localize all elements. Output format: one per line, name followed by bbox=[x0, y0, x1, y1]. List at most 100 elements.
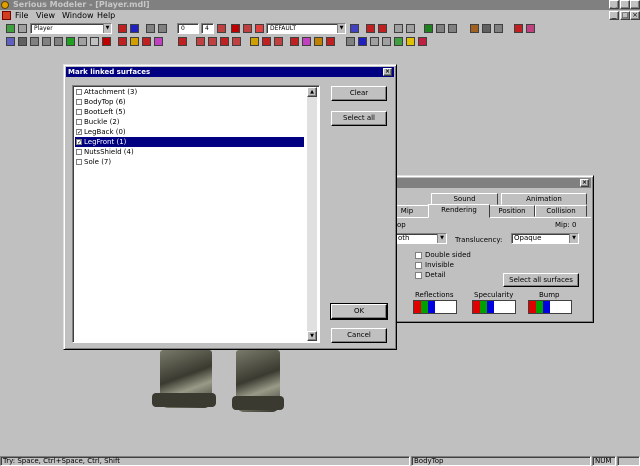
render-icon-3[interactable] bbox=[90, 37, 99, 46]
anim-icon-2[interactable] bbox=[130, 24, 139, 33]
next-frame-icon[interactable] bbox=[243, 24, 252, 33]
tool-icon-d[interactable] bbox=[494, 24, 503, 33]
doc-close-button[interactable]: × bbox=[630, 11, 640, 20]
mapping-icon-11[interactable] bbox=[326, 37, 335, 46]
render-icon-7[interactable] bbox=[142, 37, 151, 46]
view-icon-3[interactable] bbox=[30, 37, 39, 46]
texture-icon[interactable] bbox=[470, 24, 479, 33]
mapping-icon-9[interactable] bbox=[302, 37, 311, 46]
anim-icon-1[interactable] bbox=[118, 24, 127, 33]
close-app-button[interactable]: × bbox=[630, 0, 640, 9]
misc-icon-4[interactable] bbox=[382, 37, 391, 46]
rewind-icon[interactable] bbox=[366, 24, 375, 33]
view-icon-5[interactable] bbox=[54, 37, 63, 46]
view-icon-4[interactable] bbox=[42, 37, 51, 46]
surface-list-item[interactable]: Attachment (3) bbox=[75, 87, 304, 97]
doc-minimize-button[interactable]: _ bbox=[609, 11, 619, 20]
surface-list-item[interactable]: NutsShield (4) bbox=[75, 147, 304, 157]
menu-window[interactable]: Window bbox=[62, 10, 94, 21]
view-icon-2[interactable] bbox=[18, 37, 27, 46]
render-icon-4[interactable] bbox=[102, 37, 111, 46]
tool-icon-c[interactable] bbox=[482, 24, 491, 33]
mapping-icon-3[interactable] bbox=[220, 37, 229, 46]
bump-color-swatch[interactable] bbox=[528, 300, 572, 314]
invisible-checkbox[interactable] bbox=[415, 262, 422, 269]
forward-icon[interactable] bbox=[378, 24, 387, 33]
first-frame-icon[interactable] bbox=[217, 24, 226, 33]
double-sided-checkbox[interactable] bbox=[415, 252, 422, 259]
tab-animation[interactable]: Animation bbox=[501, 193, 587, 205]
surface-checkbox[interactable] bbox=[76, 109, 82, 115]
mapping-icon-2[interactable] bbox=[208, 37, 217, 46]
shading-dropdown[interactable]: oth ▼ bbox=[395, 233, 447, 244]
scroll-up-button[interactable]: ▲ bbox=[307, 87, 317, 97]
maximize-button[interactable]: □ bbox=[620, 0, 630, 9]
cancel-button[interactable]: Cancel bbox=[331, 328, 387, 343]
dialog-close-button[interactable]: × bbox=[383, 68, 392, 76]
view-icon-1[interactable] bbox=[6, 37, 15, 46]
misc-icon-1[interactable] bbox=[346, 37, 355, 46]
light-icon[interactable] bbox=[424, 24, 433, 33]
select-all-surfaces-button[interactable]: Select all surfaces bbox=[503, 273, 579, 287]
mapping-icon-4[interactable] bbox=[232, 37, 241, 46]
anim-icon-4[interactable] bbox=[158, 24, 167, 33]
anim-icon-3[interactable] bbox=[146, 24, 155, 33]
surface-list-item[interactable]: Buckle (2) bbox=[75, 117, 304, 127]
mapping-icon-6[interactable] bbox=[262, 37, 271, 46]
doc-restore-button[interactable]: □ bbox=[620, 11, 630, 20]
menu-file[interactable]: File bbox=[15, 10, 28, 21]
mapping-icon-8[interactable] bbox=[290, 37, 299, 46]
misc-icon-7[interactable] bbox=[418, 37, 427, 46]
props-close-button[interactable]: × bbox=[580, 179, 589, 187]
render-icon-8[interactable] bbox=[154, 37, 163, 46]
mapping-icon-7[interactable] bbox=[274, 37, 283, 46]
surface-list-item[interactable]: Sole (7) bbox=[75, 157, 304, 167]
surface-list-item[interactable]: BodyTop (6) bbox=[75, 97, 304, 107]
mapping-icon-5[interactable] bbox=[250, 37, 259, 46]
next-icon[interactable] bbox=[406, 24, 415, 33]
save-icon[interactable] bbox=[18, 24, 27, 33]
tool-icon-f[interactable] bbox=[526, 24, 535, 33]
surface-checkbox[interactable] bbox=[76, 89, 82, 95]
animation-combo[interactable]: DEFAULT ▼ bbox=[266, 23, 346, 34]
surface-checkbox[interactable] bbox=[76, 159, 82, 165]
mapping-icon-1[interactable] bbox=[196, 37, 205, 46]
tab-collision[interactable]: Collision bbox=[535, 205, 587, 217]
surface-checkbox[interactable]: ✓ bbox=[76, 139, 82, 146]
translucency-dropdown[interactable]: Opaque ▼ bbox=[511, 233, 579, 244]
render-icon-5[interactable] bbox=[118, 37, 127, 46]
menu-help[interactable]: Help bbox=[97, 10, 115, 21]
specularity-color-swatch[interactable] bbox=[472, 300, 516, 314]
reflections-color-swatch[interactable] bbox=[413, 300, 457, 314]
minimize-button[interactable]: _ bbox=[609, 0, 619, 9]
document-icon[interactable] bbox=[2, 11, 11, 20]
ok-button[interactable]: OK bbox=[330, 303, 388, 320]
surface-checkbox[interactable] bbox=[76, 99, 82, 105]
surface-list-item[interactable]: ✓ LegFront (1) bbox=[75, 137, 304, 147]
tool-icon-e[interactable] bbox=[514, 24, 523, 33]
render-icon-1[interactable] bbox=[66, 37, 75, 46]
clear-button[interactable]: Clear bbox=[331, 86, 387, 101]
misc-icon-5[interactable] bbox=[394, 37, 403, 46]
open-icon[interactable] bbox=[6, 24, 15, 33]
misc-icon-3[interactable] bbox=[370, 37, 379, 46]
surface-checkbox[interactable]: ✓ bbox=[76, 129, 82, 136]
list-scrollbar[interactable]: ▲ ▼ bbox=[307, 87, 317, 341]
surface-list-item[interactable]: BootLeft (5) bbox=[75, 107, 304, 117]
misc-icon-6[interactable] bbox=[406, 37, 415, 46]
surface-checkbox[interactable] bbox=[76, 149, 82, 155]
play-icon[interactable] bbox=[231, 24, 240, 33]
tab-rendering[interactable]: Rendering bbox=[428, 204, 490, 218]
model-combo[interactable]: Player ▼ bbox=[30, 23, 112, 34]
toggle-anim-icon[interactable] bbox=[255, 24, 264, 33]
tool-icon-b[interactable] bbox=[448, 24, 457, 33]
mapping-icon-10[interactable] bbox=[314, 37, 323, 46]
frame-field-1[interactable]: 0 bbox=[177, 23, 199, 34]
surface-list-item[interactable]: ✓ LegBack (0) bbox=[75, 127, 304, 137]
surface-checkbox[interactable] bbox=[76, 119, 82, 125]
tool-icon-a[interactable] bbox=[436, 24, 445, 33]
misc-icon-2[interactable] bbox=[358, 37, 367, 46]
prev-icon[interactable] bbox=[394, 24, 403, 33]
tab-position[interactable]: Position bbox=[489, 205, 535, 217]
render-icon-2[interactable] bbox=[78, 37, 87, 46]
